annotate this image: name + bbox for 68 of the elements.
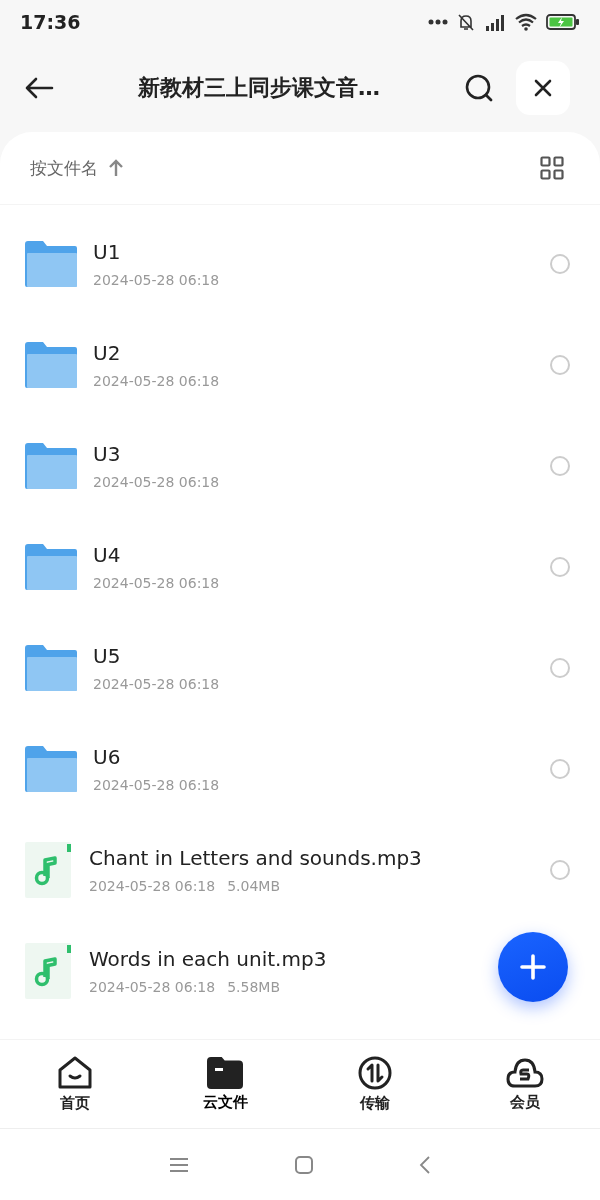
more-dots-icon xyxy=(428,19,448,25)
file-row[interactable]: U1 2024-05-28 06:18 xyxy=(0,213,600,314)
file-date: 2024-05-28 06:18 xyxy=(93,574,220,591)
nav-tab[interactable]: 云文件 xyxy=(150,1040,300,1128)
select-radio[interactable] xyxy=(550,253,570,274)
menu-icon[interactable] xyxy=(169,1156,189,1173)
home-square-icon[interactable] xyxy=(294,1154,314,1175)
file-name: U4 xyxy=(93,542,121,567)
back-chevron-icon[interactable] xyxy=(419,1154,431,1175)
battery-icon xyxy=(546,13,580,31)
file-name: Chant in Letters and sounds.mp3 xyxy=(89,845,422,870)
cloud-s-icon xyxy=(506,1056,544,1089)
select-radio[interactable] xyxy=(550,354,570,375)
wifi-icon xyxy=(514,13,538,31)
file-name: U5 xyxy=(93,643,121,668)
file-date: 2024-05-28 06:18 xyxy=(89,877,216,894)
select-radio[interactable] xyxy=(550,657,570,678)
folder-title: 新教材三上同步课文音… xyxy=(137,74,381,102)
status-time: 17:36 xyxy=(20,11,81,33)
file-size: 5.58MB xyxy=(227,978,281,995)
file-name: U3 xyxy=(93,441,121,466)
file-size: 5.04MB xyxy=(227,877,281,894)
muted-bell-icon xyxy=(456,12,476,32)
close-button[interactable] xyxy=(516,61,570,115)
folder-icon xyxy=(25,644,77,691)
folder-icon xyxy=(25,745,77,792)
folder-tab-icon xyxy=(207,1056,243,1089)
select-radio[interactable] xyxy=(550,758,570,779)
folder-icon xyxy=(25,543,77,590)
file-row[interactable]: U2 2024-05-28 06:18 xyxy=(0,314,600,415)
nav-tab[interactable]: 首页 xyxy=(0,1040,150,1128)
file-name: U2 xyxy=(93,340,121,365)
back-arrow-icon xyxy=(24,76,54,100)
file-date: 2024-05-28 06:18 xyxy=(93,675,220,692)
file-row[interactable]: U6 2024-05-28 06:18 xyxy=(0,718,600,819)
search-icon xyxy=(464,73,494,103)
file-date: 2024-05-28 06:18 xyxy=(93,271,220,288)
file-name: U6 xyxy=(93,744,121,769)
plus-icon xyxy=(520,954,546,980)
file-name: U1 xyxy=(93,239,121,264)
file-name: Words in each unit.mp3 xyxy=(89,946,327,971)
file-date: 2024-05-28 06:18 xyxy=(93,473,220,490)
folder-icon xyxy=(25,240,77,287)
sort-by-name-button[interactable]: 按文件名 xyxy=(30,156,124,180)
nav-tab[interactable]: 会员 xyxy=(450,1040,600,1128)
select-radio[interactable] xyxy=(550,455,570,476)
nav-tab[interactable]: 传输 xyxy=(300,1040,450,1128)
music-file-icon xyxy=(25,942,73,999)
file-date: 2024-05-28 06:18 xyxy=(93,372,220,389)
folder-icon xyxy=(25,442,77,489)
signal-icon xyxy=(484,13,506,31)
close-icon xyxy=(534,79,552,97)
up-arrow-icon xyxy=(108,159,124,177)
file-row[interactable]: Words in each unit.mp3 2024-05-28 06:18 5.58MB xyxy=(0,920,600,1021)
file-row[interactable]: U4 2024-05-28 06:18 xyxy=(0,516,600,617)
file-row[interactable]: Chant in Letters and sounds.mp3 2024-05-28 06:18 5.04MB xyxy=(0,819,600,920)
music-file-icon xyxy=(25,841,73,898)
select-radio[interactable] xyxy=(550,859,570,880)
select-radio[interactable] xyxy=(550,556,570,577)
add-button[interactable] xyxy=(498,932,568,1002)
file-date: 2024-05-28 06:18 xyxy=(93,776,220,793)
file-row[interactable]: U3 2024-05-28 06:18 xyxy=(0,415,600,516)
transfer-icon xyxy=(358,1055,392,1090)
grid-view-icon[interactable] xyxy=(540,156,564,180)
file-row[interactable]: U5 2024-05-28 06:18 xyxy=(0,617,600,718)
folder-icon xyxy=(25,341,77,388)
home-icon xyxy=(57,1055,93,1090)
file-date: 2024-05-28 06:18 xyxy=(89,978,216,995)
